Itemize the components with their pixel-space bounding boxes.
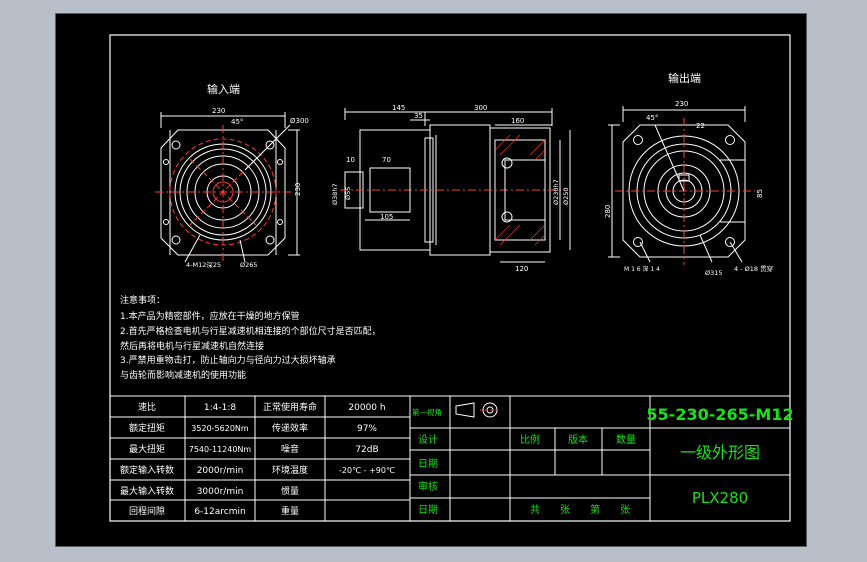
drawing-name: 一级外形图: [680, 443, 760, 462]
dim-input-height: 230: [294, 183, 302, 196]
spec-cell: 回程间隙: [129, 505, 165, 517]
dim-side-145: 145: [392, 104, 405, 112]
dim-output-holes: 4 - Ø18 贯穿: [734, 264, 773, 273]
output-end-view: [608, 106, 755, 265]
spec-cell: 3000r/min: [197, 487, 244, 497]
technical-notes: 注意事项： 1.本产品为精密部件，应放在干燥的地方保管 2.首先严格检查电机与行…: [120, 294, 381, 381]
spec-cell: 2000r/min: [197, 466, 244, 476]
spec-cell: 重量: [281, 505, 299, 517]
dim-output-angle: 45°: [646, 114, 658, 122]
notes-title: 注意事项：: [120, 294, 165, 306]
version-label: 版本: [568, 433, 588, 446]
spec-cell: 最大扭矩: [129, 443, 165, 455]
sheet-count: 共 张 第 张: [530, 503, 630, 516]
input-end-view: [155, 112, 300, 263]
dim-input-pcd: Ø265: [240, 261, 258, 269]
review-label: 审核: [418, 480, 438, 493]
model-code: 55-230-265-M12: [646, 405, 793, 424]
spec-cell: -20℃ - +90℃: [339, 466, 395, 475]
dim-output-thread: M 1 6 深 1 4: [624, 265, 660, 273]
quantity-label: 数量: [616, 433, 636, 446]
dim-input-angle: 45°: [231, 118, 243, 126]
side-section-view: [340, 108, 571, 263]
dim-output-width: 230: [675, 100, 688, 108]
spec-cell: 1:4-1:8: [204, 403, 236, 413]
spec-cell: 7540-11240Nm: [189, 445, 252, 454]
dim-side-pilot2: Ø250: [562, 187, 570, 205]
dim-output-pcd: Ø315: [705, 269, 723, 277]
spec-table: [109, 395, 411, 522]
date-label: 日期: [418, 458, 438, 470]
scale-label: 比例: [520, 433, 540, 446]
dim-side-120: 120: [515, 265, 528, 273]
spec-cell: 97%: [357, 424, 377, 434]
spec-cell: 3520-5620Nm: [191, 424, 249, 433]
dim-side-300: 300: [474, 104, 487, 112]
spec-cell: 惯量: [281, 485, 299, 497]
dim-side-160: 160: [511, 117, 524, 125]
date-label: 日期: [418, 504, 438, 516]
dim-side-35: 35: [414, 112, 423, 120]
dim-side-70: 70: [382, 156, 391, 164]
dim-input-circle: Ø300: [290, 117, 309, 125]
input-end-title: 输入端: [207, 82, 240, 96]
spec-cell: 传递效率: [272, 422, 308, 434]
note-line: 2.首先严格检查电机与行星减速机相连接的个部位尺寸是否匹配，: [120, 325, 381, 337]
spec-cell: 额定输入转数: [120, 464, 174, 476]
dim-side-shaft2: Ø55: [344, 187, 352, 200]
spec-cell: 20000 h: [348, 403, 385, 413]
dim-side-10: 10: [346, 156, 355, 164]
spec-cell: 额定扭矩: [129, 422, 165, 434]
spec-cell: 最大输入转数: [120, 485, 174, 497]
design-label: 设计: [418, 433, 438, 446]
spec-cell: 6-12arcmin: [194, 507, 245, 517]
note-line: 与齿轮而影响减速机的使用功能: [120, 369, 246, 381]
dim-input-width: 230: [212, 107, 225, 115]
note-line: 1.本产品为精密部件，应放在干燥的地方保管: [120, 310, 300, 322]
dim-output-22: 22: [696, 122, 705, 130]
spec-cell: 速比: [138, 401, 156, 413]
note-line: 然后再将电机与行星减速机自然连接: [120, 340, 264, 352]
dim-side-pilot1: Ø230h7: [552, 179, 560, 205]
note-line: 3.严禁用重物击打，防止轴向力与径向力过大损坏轴承: [120, 354, 336, 366]
dim-input-holes: 4-M12深25: [186, 260, 221, 269]
dim-output-height: 280: [604, 205, 612, 218]
dim-output-85: 85: [756, 189, 764, 198]
spec-cell: 正常使用寿命: [263, 401, 317, 413]
part-number: PLX280: [692, 489, 748, 507]
spec-cell: 72dB: [355, 445, 378, 455]
dim-side-105: 105: [380, 213, 393, 221]
drawing-svg: 输入端 230 45° Ø300 230 4-M12深25 Ø265 145 3…: [109, 34, 794, 522]
dim-side-shaft1: Ø38h7: [331, 183, 339, 205]
projection-label: 第一视角: [412, 407, 442, 417]
spec-cell: 环境温度: [272, 464, 308, 476]
spec-cell: 噪音: [281, 443, 299, 455]
output-end-title: 输出端: [668, 71, 701, 85]
cad-viewport: 输入端 230 45° Ø300 230 4-M12深25 Ø265 145 3…: [0, 0, 867, 562]
